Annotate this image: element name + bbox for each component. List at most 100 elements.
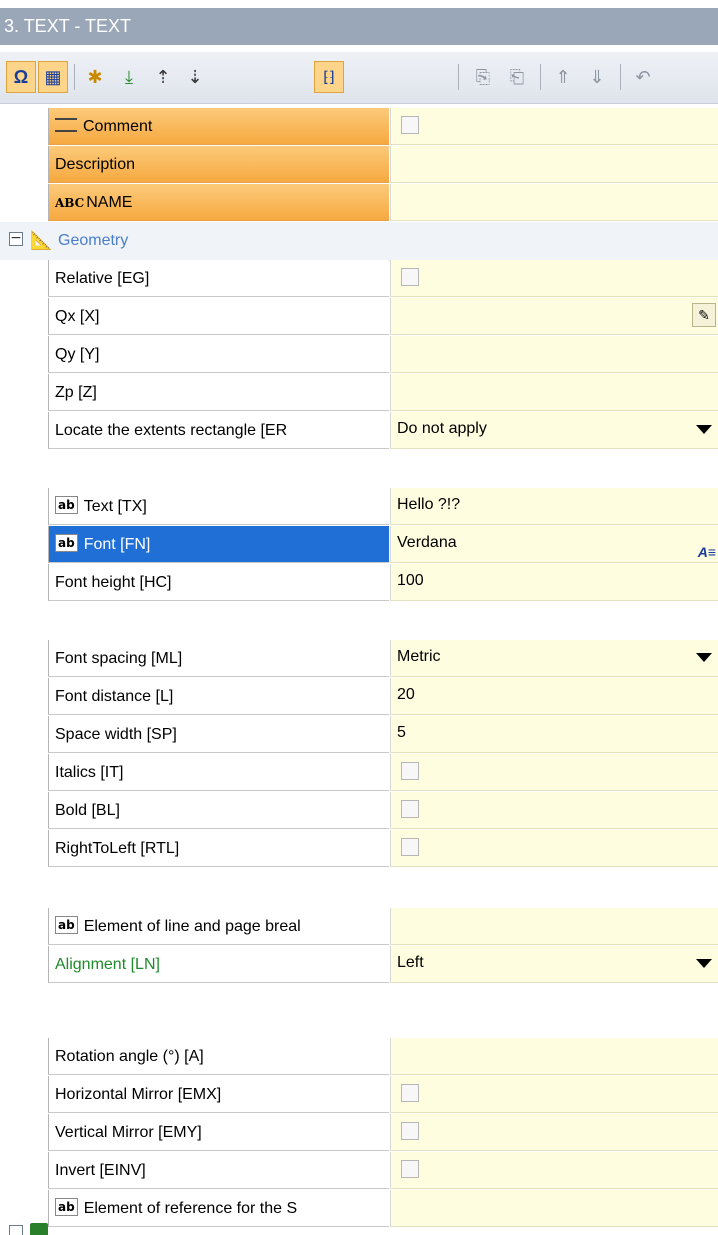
font-height-field[interactable]: 100 [390, 564, 718, 601]
qy-label: Qy [Y] [48, 336, 389, 373]
category-geometry[interactable]: − 📐 Geometry [0, 222, 718, 261]
qx-field[interactable]: ✎ [390, 298, 718, 335]
row-line-break[interactable]: ab Element of line and page breal [0, 908, 718, 946]
vmirror-label: Vertical Mirror [EMY] [48, 1114, 389, 1151]
bold-label: Bold [BL] [48, 792, 389, 829]
font-distance-label: Font distance [L] [48, 678, 389, 715]
italics-checkbox[interactable] [401, 762, 419, 780]
rotation-field[interactable] [390, 1038, 718, 1075]
geometry-label: Geometry [58, 232, 129, 249]
row-bold[interactable]: Bold [BL] [0, 792, 718, 830]
row-comment[interactable]: Comment [0, 108, 718, 146]
category-next[interactable] [0, 1223, 718, 1235]
sort-down-icon[interactable]: ⇣ [180, 61, 210, 93]
window-title: 3. TEXT - TEXT [0, 8, 718, 45]
row-rtl[interactable]: RightToLeft [RTL] [0, 830, 718, 868]
row-font-height[interactable]: Font height [HC] 100 [0, 564, 718, 602]
collapse-icon[interactable]: − [9, 231, 23, 246]
relative-label: Relative [EG] [48, 260, 389, 297]
omega-icon[interactable]: Ω [6, 61, 36, 93]
move-down-icon[interactable]: ⇓ [582, 61, 612, 93]
row-italics[interactable]: Italics [IT] [0, 754, 718, 792]
qy-field[interactable] [390, 336, 718, 373]
dropdown-arrow-icon[interactable] [696, 653, 712, 662]
row-relative[interactable]: Relative [EG] [0, 260, 718, 298]
text-type-icon: ab [55, 495, 78, 514]
row-font[interactable]: ab Font [FN] Verdana A≡ [0, 526, 718, 564]
row-hmirror[interactable]: Horizontal Mirror [EMX] [0, 1076, 718, 1114]
name-field[interactable] [390, 184, 718, 221]
font-distance-field[interactable]: 20 [390, 678, 718, 715]
row-zp[interactable]: Zp [Z] [0, 374, 718, 412]
alignment-label: Alignment [LN] [48, 946, 389, 983]
reference-label: Element of reference for the S [83, 1200, 298, 1217]
rtl-checkbox[interactable] [401, 838, 419, 856]
row-font-distance[interactable]: Font distance [L] 20 [0, 678, 718, 716]
font-type-icon: ab [55, 533, 78, 552]
invert-checkbox[interactable] [401, 1160, 419, 1178]
reference-type-icon: ab [55, 1197, 78, 1216]
fields-edit-icon[interactable]: ⎗ [502, 61, 532, 93]
new-icon[interactable]: ✱ [80, 61, 110, 93]
fields-icon[interactable]: ⎘ [468, 61, 498, 93]
extents-label: Locate the extents rectangle [ER [48, 412, 389, 449]
rotation-label: Rotation angle (°) [A] [48, 1038, 389, 1075]
comment-icon [55, 117, 77, 132]
space-width-field[interactable]: 5 [390, 716, 718, 753]
text-field[interactable]: Hello ?!? [390, 488, 718, 525]
description-label: Description [48, 146, 389, 183]
line-break-type-icon: ab [55, 915, 78, 934]
qx-label: Qx [X] [48, 298, 389, 335]
relative-checkbox[interactable] [401, 268, 419, 286]
alignment-select[interactable]: Left [390, 946, 718, 983]
bold-checkbox[interactable] [401, 800, 419, 818]
undo-icon[interactable]: ↶ [628, 61, 658, 93]
italics-label: Italics [IT] [48, 754, 389, 791]
row-invert[interactable]: Invert [EINV] [0, 1152, 718, 1190]
toolbar: Ω ▦ ✱ ⤓ ⇡ ⇣ ⁅⁆ ⎘ ⎗ ⇑ ⇓ ↶ [0, 52, 718, 104]
row-font-spacing[interactable]: Font spacing [ML] Metric [0, 640, 718, 678]
row-vmirror[interactable]: Vertical Mirror [EMY] [0, 1114, 718, 1152]
row-text[interactable]: ab Text [TX] Hello ?!? [0, 488, 718, 526]
hmirror-label: Horizontal Mirror [EMX] [48, 1076, 389, 1113]
font-height-label: Font height [HC] [48, 564, 389, 601]
extents-select[interactable]: Do not apply [390, 412, 718, 449]
font-label: Font [FN] [83, 536, 151, 553]
row-rotation[interactable]: Rotation angle (°) [A] [0, 1038, 718, 1076]
bracket-select-icon[interactable]: ⁅⁆ [314, 61, 344, 93]
comment-checkbox[interactable] [401, 116, 419, 134]
line-break-label: Element of line and page breal [83, 918, 301, 935]
text-label: Text [TX] [83, 498, 147, 515]
font-spacing-select[interactable]: Metric [390, 640, 718, 677]
comment-label: Comment [83, 118, 153, 135]
font-picker-icon[interactable]: A≡ [698, 535, 716, 562]
import-icon[interactable]: ⤓ [114, 61, 144, 93]
vmirror-checkbox[interactable] [401, 1122, 419, 1140]
font-field[interactable]: Verdana A≡ [390, 526, 718, 563]
geometry-icon: 📐 [30, 230, 53, 250]
name-label: NAME [86, 194, 133, 211]
property-grid: Comment Description ABC NAME − 📐 Geometry… [0, 108, 718, 1235]
dropdown-arrow-icon[interactable] [696, 959, 712, 968]
row-qx[interactable]: Qx [X] ✎ [0, 298, 718, 336]
dropdown-arrow-icon[interactable] [696, 425, 712, 434]
row-space-width[interactable]: Space width [SP] 5 [0, 716, 718, 754]
reference-field[interactable] [390, 1190, 718, 1227]
invert-label: Invert [EINV] [48, 1152, 389, 1189]
line-break-field[interactable] [390, 908, 718, 945]
row-extents[interactable]: Locate the extents rectangle [ER Do not … [0, 412, 718, 450]
zp-field[interactable] [390, 374, 718, 411]
row-qy[interactable]: Qy [Y] [0, 336, 718, 374]
abc-icon: ABC [55, 196, 85, 210]
description-field[interactable] [390, 146, 718, 183]
row-name[interactable]: ABC NAME [0, 184, 718, 222]
row-description[interactable]: Description [0, 146, 718, 184]
font-spacing-label: Font spacing [ML] [48, 640, 389, 677]
row-alignment[interactable]: Alignment [LN] Left [0, 946, 718, 984]
grid-icon[interactable]: ▦ [38, 61, 68, 93]
zp-label: Zp [Z] [48, 374, 389, 411]
sort-up-icon[interactable]: ⇡ [148, 61, 178, 93]
edit-icon[interactable]: ✎ [692, 303, 716, 327]
move-up-icon[interactable]: ⇑ [548, 61, 578, 93]
hmirror-checkbox[interactable] [401, 1084, 419, 1102]
